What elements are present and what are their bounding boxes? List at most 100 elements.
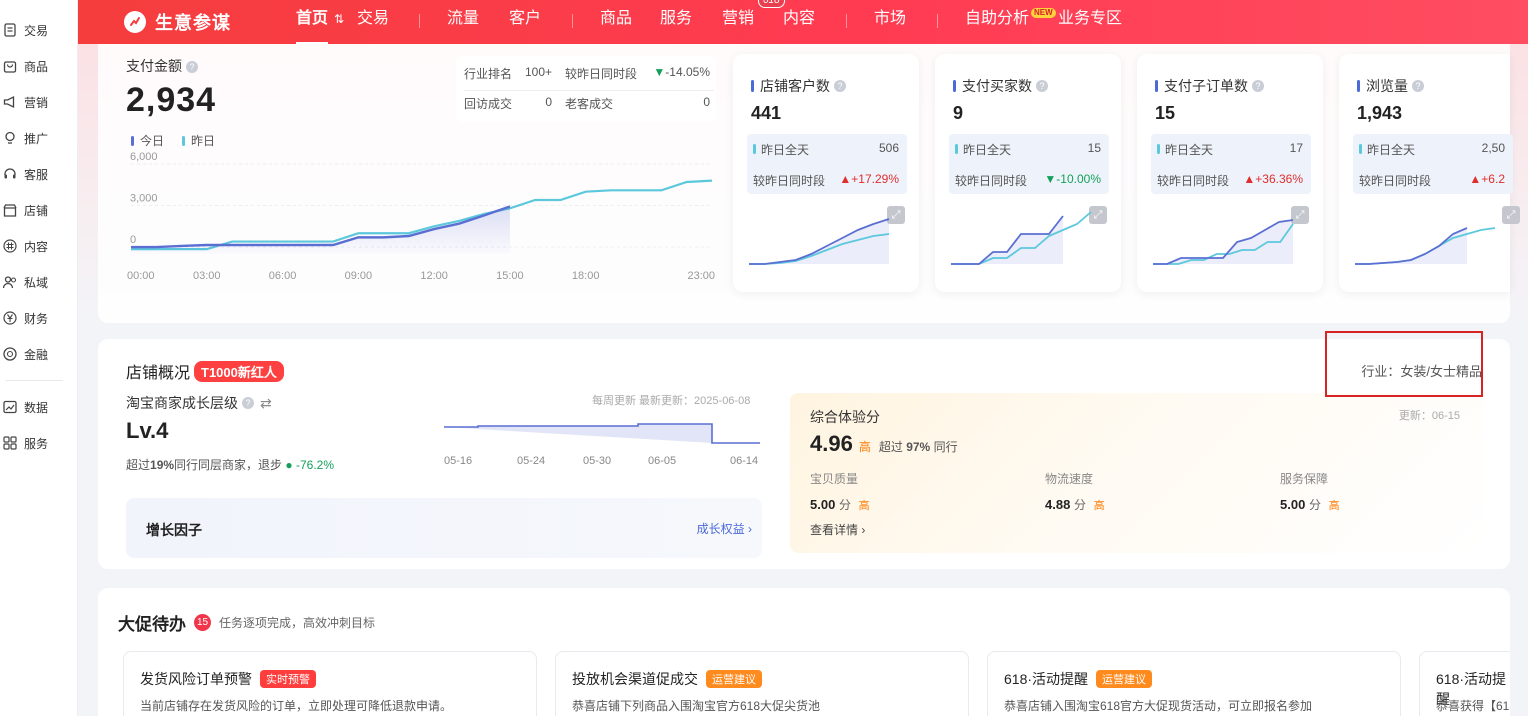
- x-tick: 06-14: [730, 455, 759, 467]
- x-tick: 05-16: [444, 455, 473, 467]
- sidebar-item[interactable]: 服务: [0, 425, 77, 461]
- score-item-value: 5.00 分 高: [1280, 497, 1340, 512]
- sidebar-item[interactable]: 客服: [0, 156, 77, 192]
- sidebar-item[interactable]: 财务: [0, 300, 77, 336]
- metric-yesterday-value: 2,50: [1481, 141, 1505, 155]
- score-item: 宝贝质量 5.00 分 高: [810, 470, 870, 513]
- experience-score-beat: 超过 97% 同行: [878, 440, 958, 454]
- swap-icon[interactable]: ⇄: [260, 395, 272, 412]
- nav-self-analysis[interactable]: 自助分析: [965, 0, 1029, 44]
- nav-home[interactable]: 首页: [296, 0, 329, 44]
- x-tick-label: 12:00: [420, 270, 448, 282]
- metric-yesterday-value: 506: [878, 141, 899, 155]
- metric-compare-box: 昨日全天 17 较昨日同时段 ▲+36.36%: [1151, 134, 1311, 194]
- y-tick-label: 6,000: [130, 151, 158, 163]
- metric-sparkline: [1355, 227, 1496, 265]
- nav-business-zone[interactable]: 业务专区: [1058, 0, 1122, 44]
- metric-yesterday-row: 昨日全天 2,50: [1359, 141, 1505, 158]
- sidebar-item[interactable]: 金融: [0, 336, 77, 372]
- x-tick-label: 23:00: [687, 270, 715, 282]
- brand-logo[interactable]: 生意参谋: [124, 9, 231, 35]
- nav-content[interactable]: 内容: [783, 0, 815, 44]
- bag-icon: [2, 58, 18, 74]
- nav-separator: [937, 14, 938, 28]
- help-icon[interactable]: ?: [1412, 80, 1424, 92]
- metric-yesterday-row: 昨日全天 17: [1157, 141, 1303, 158]
- metric-title-mark: [1155, 80, 1158, 92]
- growth-factor-box[interactable]: 增长因子 成长权益 ›: [126, 498, 762, 558]
- metric-compare-box: 昨日全天 506 较昨日同时段 ▲+17.29%: [747, 134, 907, 194]
- industry-rank-label: 行业排名: [464, 67, 513, 81]
- help-icon[interactable]: ?: [186, 61, 198, 74]
- x-tick-label: 00:00: [127, 270, 155, 282]
- todo-card[interactable]: 投放机会渠道促成交 运营建议恭喜店铺下列商品入围淘宝官方618大促尖货池: [555, 651, 969, 716]
- todo-card[interactable]: 发货风险订单预警 实时预警 当前店铺存在发货风险的订单，立即处理可降低退款申请。: [123, 651, 537, 716]
- sidebar-item-label: 商品: [24, 59, 49, 74]
- left-sidebar: 交易商品营销推广客服 店铺 内容 私域财务金融 数据 服务: [0, 0, 78, 716]
- score-item-value: 5.00 分 高: [810, 497, 870, 512]
- growth-rights-link[interactable]: 成长权益 ›: [697, 520, 752, 537]
- nav-market[interactable]: 市场: [874, 0, 906, 44]
- sidebar-item[interactable]: 营销: [0, 84, 77, 120]
- view-details-link[interactable]: 查看详情 ›: [810, 521, 865, 538]
- level-chart-x-axis: 05-16 05-24 05-30 06-05 06-14: [444, 455, 768, 469]
- sidebar-item[interactable]: 交易: [0, 12, 77, 48]
- metric-card[interactable]: 支付买家数? 9 昨日全天 15 较昨日同时段 ▼-10.00% ⤢: [935, 54, 1121, 292]
- growth-level-desc: 超过19%同行同层商家，退步 ● -76.2%: [126, 458, 335, 472]
- nav-customer[interactable]: 客户: [509, 0, 541, 44]
- x-tick-label: 15:00: [496, 270, 524, 282]
- metric-card[interactable]: 支付子订单数? 15 昨日全天 17 较昨日同时段 ▲+36.36% ⤢: [1137, 54, 1323, 292]
- todo-card[interactable]: 618·活动提醒恭喜获得【618底: [1419, 651, 1510, 716]
- sidebar-item[interactable]: 数据: [0, 389, 77, 425]
- metric-card[interactable]: 浏览量? 1,943 昨日全天 2,50 较昨日同时段 ▲+6.2 ⤢: [1339, 54, 1520, 292]
- sparkline-area-today: [951, 216, 1063, 264]
- sidebar-item[interactable]: 内容: [0, 228, 77, 264]
- metric-title: 支付子订单数?: [1155, 76, 1264, 96]
- nav-service[interactable]: 服务: [660, 0, 692, 44]
- nav-arrows-icon[interactable]: ⇅: [334, 0, 344, 44]
- x-tick-label: 06:00: [269, 270, 297, 282]
- todo-card-desc: 恭喜店铺下列商品入围淘宝官方618大促尖货池: [572, 699, 821, 713]
- old-customer-deal-value: 0: [703, 95, 710, 109]
- x-tick-label: 09:00: [345, 270, 373, 282]
- sidebar-item[interactable]: 商品: [0, 48, 77, 84]
- metric-title: 店铺客户数?: [751, 76, 846, 96]
- y-tick-label: 0: [130, 234, 136, 246]
- nav-product[interactable]: 商品: [600, 0, 632, 44]
- todo-card-title: 投放机会渠道促成交 运营建议: [572, 669, 762, 689]
- metric-yesterday-value: 15: [1087, 141, 1101, 155]
- todo-card-desc: 恭喜店铺入围淘宝618官方大促现货活动，可立即报名参加: [1004, 699, 1313, 713]
- badge-618: 618: [758, 0, 785, 8]
- nav-trade[interactable]: 交易: [357, 0, 389, 44]
- compare-value: ▼-14.05%: [653, 65, 710, 79]
- metric-value: 15: [1155, 103, 1176, 123]
- sidebar-item[interactable]: 私域: [0, 264, 77, 300]
- help-icon[interactable]: ?: [242, 397, 254, 409]
- metric-value: 441: [751, 103, 782, 123]
- help-icon[interactable]: ?: [834, 80, 846, 92]
- help-icon[interactable]: ?: [1036, 80, 1048, 92]
- help-icon[interactable]: ?: [1252, 80, 1264, 92]
- metric-sparkline: [951, 211, 1092, 265]
- sparkline-area-today: [1355, 228, 1467, 264]
- sidebar-item-label: 推广: [24, 131, 49, 146]
- payment-label-text: 支付金额: [126, 58, 182, 74]
- sidebar-item-label: 财务: [24, 311, 49, 326]
- nav-traffic[interactable]: 流量: [447, 0, 479, 44]
- score-item: 物流速度 4.88 分 高: [1045, 470, 1105, 513]
- todo-card-tag: 运营建议: [1096, 670, 1153, 688]
- todo-card[interactable]: 618·活动提醒 运营建议 恭喜店铺入围淘宝618官方大促现货活动，可立即报名参加: [987, 651, 1401, 716]
- x-tick: 05-30: [583, 455, 612, 467]
- todo-card-desc: 当前店铺存在发货风险的订单，立即处理可降低退款申请。: [140, 699, 453, 713]
- revisit-deal-value: 0: [545, 95, 552, 109]
- overview-title: 店铺概况: [126, 365, 191, 382]
- sidebar-item[interactable]: 推广: [0, 120, 77, 156]
- todo-card-tag: 实时预警: [260, 670, 316, 688]
- metric-card[interactable]: 店铺客户数? 441 昨日全天 506 较昨日同时段 ▲+17.29% ⤢: [733, 54, 919, 292]
- metric-compare-box: 昨日全天 15 较昨日同时段 ▼-10.00%: [949, 134, 1109, 194]
- x-tick: 05-24: [517, 455, 546, 467]
- nav-marketing[interactable]: 营销: [722, 0, 754, 44]
- payment-trend-chart[interactable]: 6,000 3,000 0 00:00 03:00 06:00 09:00 12:00 15:0…: [98, 144, 728, 294]
- growth-factor-label: 增长因子: [146, 522, 202, 538]
- sidebar-item[interactable]: 店铺: [0, 192, 77, 228]
